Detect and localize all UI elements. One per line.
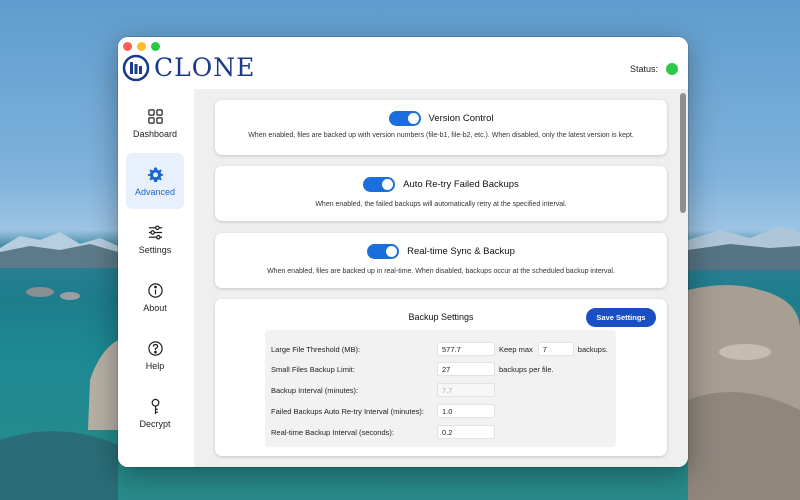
gear-icon	[147, 166, 163, 182]
realtime-interval-input[interactable]: 0.2	[437, 425, 495, 439]
backup-interval-input: 7.7	[437, 383, 495, 397]
grid-icon	[147, 108, 163, 124]
large-file-threshold-row: Large File Threshold (MB): 577.7 Keep ma…	[271, 342, 608, 356]
setting-label: Small Files Backup Limit:	[271, 364, 355, 374]
save-settings-button[interactable]: Save Settings	[586, 308, 656, 327]
card-title: Real-time Sync & Backup	[407, 246, 515, 257]
app-window: CLONE Status: Dashboard Advanced Setting…	[118, 37, 688, 467]
sidebar-item-dashboard[interactable]: Dashboard	[126, 95, 184, 151]
clone-logo-icon	[122, 54, 150, 81]
backup-interval-row: Backup Interval (minutes): 7.7	[271, 383, 495, 397]
status-dot	[666, 63, 678, 75]
status-indicator: Status:	[630, 63, 678, 75]
zoom-window-button[interactable]	[151, 42, 160, 51]
card-description: When enabled, the failed backups will au…	[315, 201, 567, 208]
sidebar-item-settings[interactable]: Settings	[126, 211, 184, 267]
card-description: When enabled, files are backed up in rea…	[267, 268, 615, 275]
setting-label: Large File Threshold (MB):	[271, 344, 361, 354]
backup-settings-panel: Large File Threshold (MB): 577.7 Keep ma…	[265, 330, 616, 447]
info-icon	[147, 282, 163, 298]
close-window-button[interactable]	[123, 42, 132, 51]
window-controls	[123, 42, 160, 51]
sidebar-item-label: Settings	[138, 244, 172, 255]
app-name: CLONE	[154, 53, 256, 82]
question-icon	[147, 340, 163, 356]
sidebar-item-label: Dashboard	[132, 128, 178, 139]
card-title-row: Real-time Sync & Backup	[215, 244, 667, 259]
keep-max-label: Keep max	[499, 344, 533, 354]
sidebar-item-decrypt[interactable]: Decrypt	[126, 385, 184, 441]
backup-settings-card: Backup Settings Save Settings Large File…	[215, 299, 667, 456]
retry-interval-input[interactable]: 1.0	[437, 404, 495, 418]
card-title: Version Control	[428, 113, 494, 124]
key-icon	[151, 398, 159, 414]
scrollbar[interactable]	[680, 93, 686, 213]
title-bar: CLONE Status:	[118, 37, 688, 89]
status-label: Status:	[629, 64, 658, 74]
sidebar-item-label: About	[143, 302, 167, 313]
small-files-limit-row: Small Files Backup Limit: 27 backups per…	[271, 362, 554, 376]
card-title: Auto Re-try Failed Backups	[403, 179, 519, 190]
keep-max-input[interactable]: 7	[537, 342, 574, 356]
auto-retry-toggle[interactable]	[363, 177, 396, 192]
small-files-limit-input[interactable]: 27	[437, 362, 495, 376]
sliders-icon	[148, 224, 162, 240]
sidebar-item-label: Help	[145, 360, 165, 371]
app-logo: CLONE	[122, 53, 255, 82]
card-title-row: Auto Re-try Failed Backups	[215, 177, 667, 192]
setting-label: Backup Interval (minutes):	[271, 385, 359, 395]
main-content: Version Control When enabled, files are …	[194, 89, 688, 467]
retry-interval-row: Failed Backups Auto Re-try Interval (min…	[271, 404, 495, 418]
sidebar: Dashboard Advanced Settings About Help D…	[118, 89, 192, 467]
sidebar-item-about[interactable]: About	[126, 269, 184, 325]
large-file-threshold-input[interactable]: 577.7	[437, 342, 495, 356]
card-description: When enabled, files are backed up with v…	[248, 132, 634, 139]
setting-suffix: backups per file.	[499, 364, 554, 374]
sidebar-item-label: Advanced	[134, 186, 176, 197]
setting-label: Real-time Backup Interval (seconds):	[271, 427, 394, 437]
auto-retry-card: Auto Re-try Failed Backups When enabled,…	[215, 166, 667, 221]
minimize-window-button[interactable]	[137, 42, 146, 51]
card-title-row: Version Control	[215, 111, 667, 126]
setting-suffix: backups.	[577, 344, 608, 354]
realtime-sync-card: Real-time Sync & Backup When enabled, fi…	[215, 233, 667, 288]
setting-label: Failed Backups Auto Re-try Interval (min…	[271, 406, 424, 416]
sidebar-item-help[interactable]: Help	[126, 327, 184, 383]
realtime-sync-toggle[interactable]	[367, 244, 400, 259]
version-control-toggle[interactable]	[388, 111, 421, 126]
sidebar-item-advanced[interactable]: Advanced	[126, 153, 184, 209]
sidebar-item-label: Decrypt	[139, 418, 171, 429]
realtime-interval-row: Real-time Backup Interval (seconds): 0.2	[271, 425, 495, 439]
version-control-card: Version Control When enabled, files are …	[215, 100, 667, 155]
